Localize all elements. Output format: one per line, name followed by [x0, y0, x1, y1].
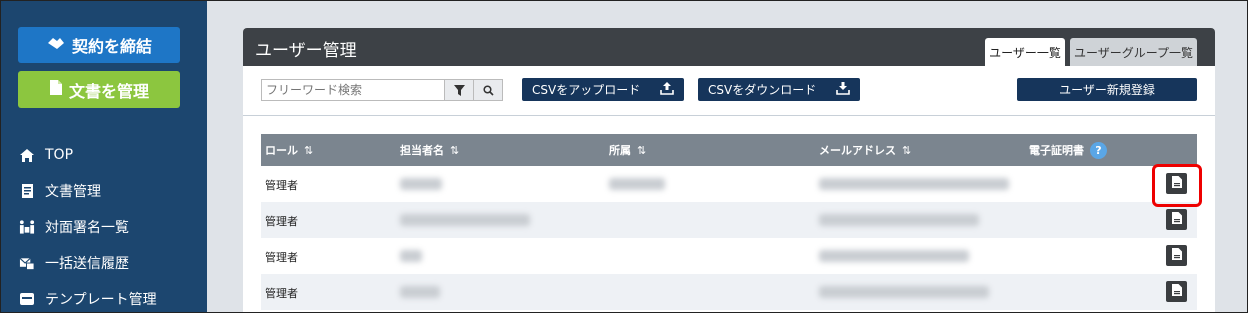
template-icon [19, 291, 35, 307]
sidebar-item-label: 一括送信履歴 [45, 256, 129, 272]
csv-download-label: CSVをダウンロード [708, 83, 817, 97]
panel-header: ユーザー管理 ユーザー一覧 ユーザーグループ一覧 [243, 28, 1215, 66]
redacted-affiliation [609, 178, 665, 190]
home-icon [19, 147, 35, 163]
redacted-email [819, 178, 1009, 190]
redacted-name [400, 286, 440, 298]
header-affiliation[interactable]: 所属 ⇅ [609, 142, 646, 158]
document-list-icon [19, 183, 35, 199]
csv-upload-button[interactable]: CSVをアップロード [522, 78, 684, 101]
user-management-panel: ユーザー管理 ユーザー一覧 ユーザーグループ一覧 CSVをアップ [243, 28, 1215, 312]
contract-button[interactable]: 契約を締結 [18, 27, 180, 63]
register-user-button[interactable]: ユーザー新規登録 [1017, 78, 1197, 101]
sort-icon: ⇅ [902, 143, 912, 157]
table-header: ロール ⇅ 担当者名 ⇅ 所属 ⇅ メールアドレス ⇅ 電子証明書 ? [261, 134, 1197, 166]
app-window: 契約を締結 文書を管理 TOP 文書管理 対面署名一覧 一括送信履歴 テンプレー… [0, 0, 1248, 313]
filter-icon [453, 81, 465, 100]
search-button[interactable] [473, 80, 502, 100]
upload-icon [660, 81, 674, 98]
document-icon [49, 79, 63, 100]
sidebar-item-label: TOP [45, 147, 74, 163]
certificate-document-icon [1171, 284, 1182, 299]
certificate-document-icon [1171, 212, 1182, 227]
header-role[interactable]: ロール ⇅ [265, 142, 313, 158]
cell-role: 管理者 [265, 179, 298, 192]
download-icon [836, 81, 850, 98]
manage-documents-button[interactable]: 文書を管理 [18, 71, 180, 108]
sidebar-item-label: テンプレート管理 [45, 292, 157, 308]
csv-download-button[interactable]: CSVをダウンロード [698, 78, 860, 101]
redacted-name [400, 250, 422, 262]
tab-user-list[interactable]: ユーザー一覧 [985, 38, 1065, 66]
cell-role: 管理者 [265, 287, 298, 300]
sidebar-item-top[interactable]: TOP [19, 137, 157, 173]
page-title: ユーザー管理 [255, 41, 357, 61]
sidebar-item-document-management[interactable]: 文書管理 [19, 173, 157, 209]
sort-icon: ⇅ [450, 143, 460, 157]
sort-icon: ⇅ [637, 143, 647, 157]
sidebar-item-label: 対面署名一覧 [45, 220, 129, 236]
table-row[interactable]: 管理者 [261, 166, 1197, 202]
certificate-button[interactable] [1166, 281, 1187, 302]
redacted-email [819, 250, 969, 262]
header-name[interactable]: 担当者名 ⇅ [400, 142, 459, 158]
sidebar-item-template-management[interactable]: テンプレート管理 [19, 281, 157, 312]
certificate-button[interactable] [1166, 209, 1187, 230]
sidebar-item-face-to-face[interactable]: 対面署名一覧 [19, 209, 157, 245]
bulk-send-icon [19, 255, 35, 271]
table-row[interactable]: 管理者 [261, 238, 1197, 274]
table-row[interactable]: 管理者 [261, 202, 1197, 238]
sidebar-item-label: 文書管理 [45, 184, 101, 200]
sort-icon: ⇅ [304, 143, 314, 157]
handshake-icon [46, 35, 66, 55]
contract-button-label: 契約を締結 [71, 37, 152, 56]
search-input[interactable] [262, 80, 444, 100]
sidebar-nav: TOP 文書管理 対面署名一覧 一括送信履歴 テンプレート管理 [19, 137, 157, 312]
filter-button[interactable] [444, 80, 473, 100]
table-row[interactable]: 管理者 [261, 274, 1197, 310]
user-table: ロール⇅ 担当者名⇅ 所属⇅ メールアドレス⇅ 電子証明書 ? 管理者 [261, 134, 1197, 310]
tab-user-group-list[interactable]: ユーザーグループ一覧 [1070, 38, 1197, 66]
redacted-email [819, 214, 979, 226]
certificate-document-icon [1171, 248, 1182, 263]
help-icon[interactable]: ? [1090, 141, 1107, 159]
redacted-email [819, 286, 989, 298]
certificate-button[interactable] [1166, 245, 1187, 266]
toolbar: CSVをアップロード CSVをダウンロード ユーザー新規登録 [243, 66, 1215, 116]
header-certificate: 電子証明書 ? [1029, 141, 1107, 159]
redacted-name [400, 214, 530, 226]
search-box [261, 79, 503, 101]
face-sign-icon [19, 219, 35, 235]
csv-upload-label: CSVをアップロード [532, 83, 641, 97]
search-icon [482, 81, 494, 100]
cell-role: 管理者 [265, 215, 298, 228]
manage-documents-label: 文書を管理 [68, 81, 149, 101]
sidebar: 契約を締結 文書を管理 TOP 文書管理 対面署名一覧 一括送信履歴 テンプレー… [1, 1, 207, 312]
redacted-name [400, 178, 442, 190]
cell-role: 管理者 [265, 251, 298, 264]
highlight-box [1152, 164, 1202, 207]
sidebar-item-bulk-send-history[interactable]: 一括送信履歴 [19, 245, 157, 281]
header-email[interactable]: メールアドレス ⇅ [819, 142, 911, 158]
